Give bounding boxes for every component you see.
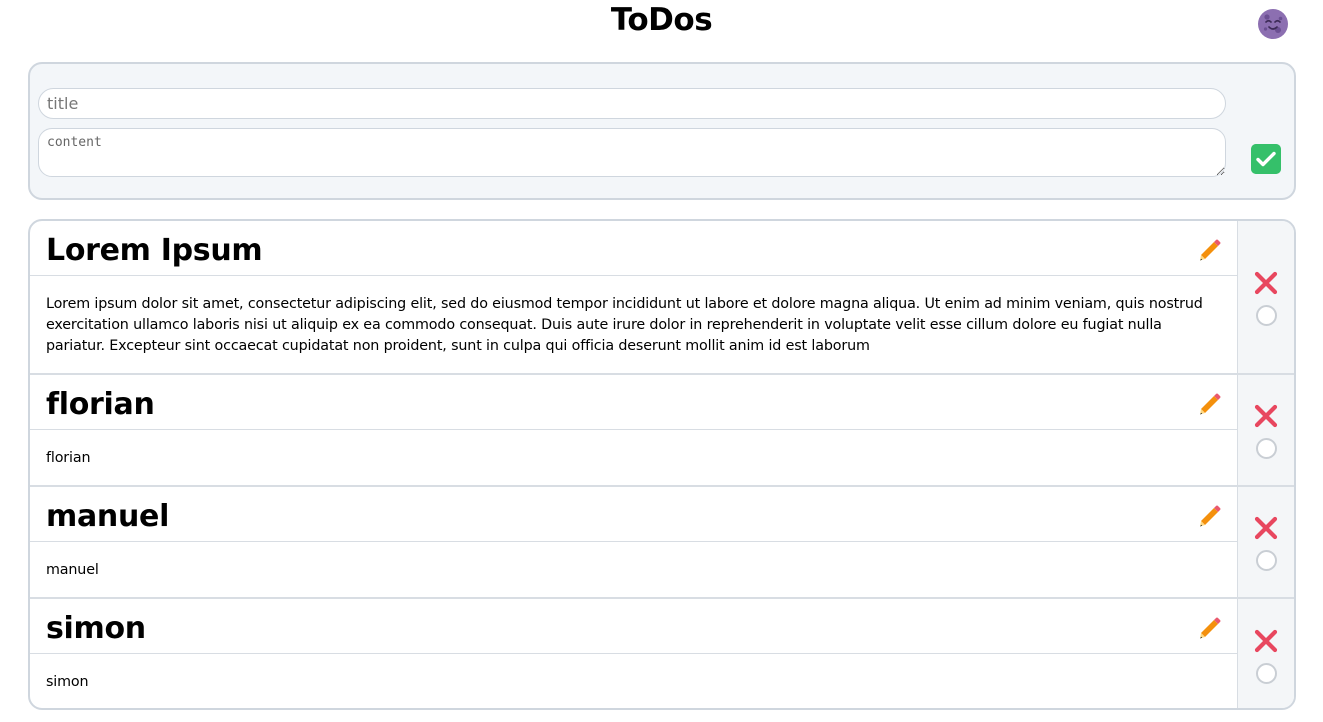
todo-actions [1237,599,1294,708]
todo-header: simon [30,599,1237,654]
cross-icon[interactable] [1252,269,1280,297]
pencil-icon[interactable] [1197,615,1223,641]
page-title: ToDos [610,2,713,38]
todo-actions [1237,221,1294,373]
todo-body: florian [46,450,91,466]
new-todo-form [28,62,1296,200]
todo-item: manuel manuel [30,487,1294,599]
todo-content: Lorem Ipsum Lorem ipsum dolor sit amet, … [30,221,1237,373]
todo-header: manuel [30,487,1237,542]
pencil-icon[interactable] [1197,237,1223,263]
cross-icon[interactable] [1252,514,1280,542]
todo-title: simon [46,611,146,646]
todo-actions [1237,375,1294,485]
todo-list: Lorem Ipsum Lorem ipsum dolor sit amet, … [28,219,1296,710]
moon-face-icon[interactable] [1257,8,1289,40]
check-icon[interactable] [1251,144,1281,174]
done-checkbox[interactable] [1255,437,1277,459]
todo-title: manuel [46,499,170,534]
cross-icon[interactable] [1252,402,1280,430]
todo-item: Lorem Ipsum Lorem ipsum dolor sit amet, … [30,221,1294,375]
app-header: ToDos [0,0,1323,50]
todo-title: florian [46,387,155,422]
todo-actions [1237,487,1294,597]
todo-title: Lorem Ipsum [46,233,263,268]
todo-body: Lorem ipsum dolor sit amet, consectetur … [46,296,1203,354]
todo-body: simon [46,674,89,690]
pencil-icon[interactable] [1197,391,1223,417]
title-input[interactable] [38,88,1226,119]
todo-content: florian florian [30,375,1237,485]
todo-item: simon simon [30,599,1294,708]
done-checkbox[interactable] [1255,549,1277,571]
cross-icon[interactable] [1252,627,1280,655]
content-input[interactable] [38,128,1226,177]
todo-content: manuel manuel [30,487,1237,597]
pencil-icon[interactable] [1197,503,1223,529]
todo-body: manuel [46,562,99,578]
todo-item: florian florian [30,375,1294,487]
todo-content: simon simon [30,599,1237,708]
todo-header: florian [30,375,1237,430]
todo-header: Lorem Ipsum [30,221,1237,276]
done-checkbox[interactable] [1255,304,1277,326]
done-checkbox[interactable] [1255,663,1277,684]
